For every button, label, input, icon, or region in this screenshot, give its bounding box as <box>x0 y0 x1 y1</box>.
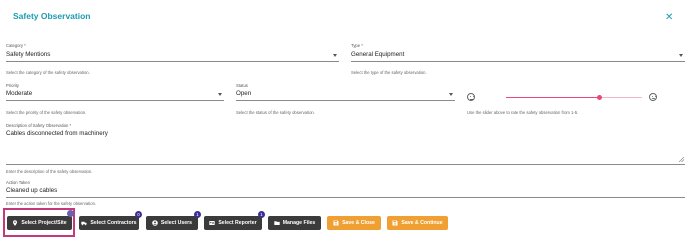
chevron-down-icon[interactable] <box>333 54 337 57</box>
manage-files-button[interactable]: Manage Files <box>268 216 321 230</box>
select-reporter-label: Select Reporter <box>218 220 257 226</box>
action-underline <box>6 197 685 198</box>
dialog-title: Safety Observation <box>13 11 91 21</box>
status-underline <box>236 100 455 101</box>
save-icon <box>333 220 339 226</box>
select-reporter-button[interactable]: Select Reporter <box>204 216 262 230</box>
category-value[interactable]: Safety Mentions <box>6 51 50 58</box>
category-label: Category * <box>6 43 26 48</box>
contractors-badge: 0 <box>135 211 142 218</box>
description-help: Enter the description of the safety obse… <box>6 169 93 174</box>
reporter-badge: 1 <box>258 211 265 218</box>
priority-value[interactable]: Moderate <box>6 90 32 97</box>
manage-files-label: Manage Files <box>282 220 316 226</box>
rating-slider-fill <box>506 97 600 98</box>
user-circle-icon <box>152 220 158 226</box>
save-close-button[interactable]: Save & Close <box>327 216 381 230</box>
select-project-site-button[interactable]: Select Project/Site <box>7 216 72 230</box>
users-badge: 1 <box>194 211 201 218</box>
type-help: Select the type of the safety observatio… <box>351 70 427 75</box>
select-users-label: Select Users <box>160 220 193 226</box>
rating-help: Use the slider above to rate the safety … <box>467 110 579 115</box>
action-label: Action Taken <box>6 180 30 185</box>
sad-face-icon <box>467 93 475 101</box>
type-value[interactable]: General Equipment <box>351 51 404 58</box>
close-icon[interactable]: ✕ <box>665 13 673 23</box>
status-label: Status <box>236 83 248 88</box>
status-value[interactable]: Open <box>236 90 251 97</box>
select-contractors-label: Select Contractors <box>90 220 137 226</box>
type-underline <box>351 61 685 62</box>
description-underline <box>6 164 685 165</box>
id-card-icon <box>209 221 216 225</box>
type-label: Type * <box>351 43 363 48</box>
priority-help: Select the priority of the safety observ… <box>6 110 87 115</box>
map-pin-icon <box>13 220 18 226</box>
resize-handle-icon[interactable] <box>679 157 684 162</box>
chevron-down-icon[interactable] <box>218 93 222 96</box>
save-icon <box>392 220 398 226</box>
chevron-down-icon[interactable] <box>449 93 453 96</box>
description-label: Description of Safety Observation * <box>6 123 72 128</box>
select-project-site-label: Select Project/Site <box>21 220 67 226</box>
category-help: Select the category of the safety observ… <box>6 70 90 75</box>
select-users-button[interactable]: Select Users <box>146 216 198 230</box>
save-continue-button[interactable]: Save & Continue <box>387 216 448 230</box>
priority-underline <box>6 100 224 101</box>
folder-icon <box>274 221 280 225</box>
chevron-down-icon[interactable] <box>679 54 683 57</box>
action-value[interactable]: Cleaned up cables <box>6 187 57 194</box>
truck-icon <box>81 221 88 226</box>
priority-label: Priority <box>6 83 20 88</box>
action-help: Enter the action taken for the safety ob… <box>6 201 97 206</box>
description-value[interactable]: Cables disconnected from machinery <box>6 130 108 137</box>
project-site-badge <box>67 210 74 217</box>
save-continue-label: Save & Continue <box>401 220 443 226</box>
save-close-label: Save & Close <box>342 220 375 226</box>
category-underline <box>6 61 339 62</box>
select-contractors-button[interactable]: Select Contractors <box>79 216 139 230</box>
status-help: Select the status of the safety observat… <box>236 110 315 115</box>
happy-face-icon <box>649 93 657 101</box>
rating-slider-thumb[interactable] <box>597 95 602 100</box>
